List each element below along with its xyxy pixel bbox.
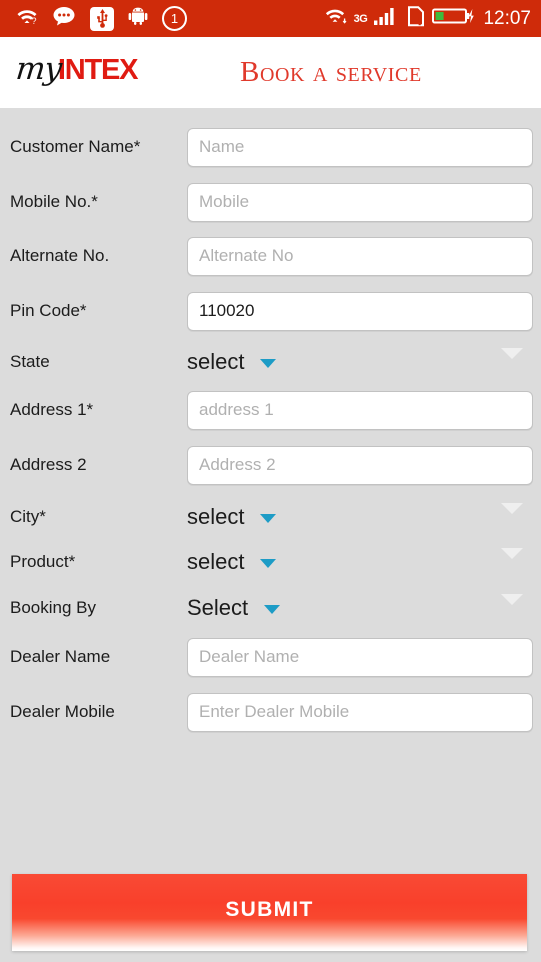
- spinner-arrow-icon: [501, 548, 523, 559]
- state-select[interactable]: select: [187, 342, 533, 382]
- label-dealer-name: Dealer Name: [10, 647, 111, 666]
- app-screen: ? 1 3G 12:07 my INTEX Book a service Cus…: [0, 0, 541, 962]
- notification-count-icon: 1: [162, 6, 187, 31]
- form-row-address-1: Address 1* address 1: [0, 383, 541, 437]
- label-booking-by: Booking By: [10, 598, 96, 617]
- chevron-down-icon: [260, 359, 277, 368]
- label-dealer-mobile: Dealer Mobile: [10, 702, 115, 721]
- city-select[interactable]: select: [187, 497, 533, 537]
- status-bar-right-icons: 3G 12:07: [325, 5, 531, 32]
- state-select-value: select: [187, 349, 245, 374]
- label-city: City*: [10, 507, 46, 526]
- booking-by-select[interactable]: Select: [187, 588, 533, 628]
- label-pin-code: Pin Code*: [10, 301, 87, 320]
- logo-brand-text: INTEX: [57, 54, 139, 86]
- sim-card-icon: [407, 5, 425, 32]
- city-select-value: select: [187, 504, 245, 529]
- submit-button-label: SUBMIT: [225, 898, 314, 921]
- form-row-customer-name: Customer Name* Name: [0, 120, 541, 174]
- android-robot-icon: [128, 7, 148, 30]
- product-select-value: select: [187, 549, 245, 574]
- chat-bubble-icon: [52, 6, 76, 31]
- dealer-name-input[interactable]: Dealer Name: [187, 637, 533, 677]
- status-bar: ? 1 3G 12:07: [0, 0, 541, 37]
- wifi-download-icon: [325, 7, 347, 31]
- svg-text:?: ?: [32, 16, 37, 25]
- chevron-down-icon: [260, 559, 277, 568]
- network-type-label: 3G: [353, 12, 368, 25]
- dealer-mobile-input[interactable]: Enter Dealer Mobile: [187, 692, 533, 732]
- form-row-address-2: Address 2 Address 2: [0, 438, 541, 492]
- label-address-2: Address 2: [10, 455, 87, 474]
- app-logo: my INTEX: [14, 51, 139, 87]
- label-mobile-no: Mobile No.*: [10, 192, 98, 211]
- usb-icon: [90, 6, 114, 31]
- app-header: my INTEX Book a service: [0, 37, 541, 108]
- booking-form: Customer Name* Name Mobile No.* Mobile A…: [0, 108, 541, 962]
- alternate-no-input[interactable]: Alternate No: [187, 236, 533, 276]
- clock-label: 12:07: [483, 7, 531, 29]
- spinner-arrow-icon: [501, 348, 523, 359]
- form-row-dealer-name: Dealer Name Dealer Name: [0, 630, 541, 684]
- form-row-dealer-mobile: Dealer Mobile Enter Dealer Mobile: [0, 685, 541, 739]
- label-product: Product*: [10, 552, 76, 571]
- form-row-state: State select: [0, 335, 541, 389]
- submit-button[interactable]: SUBMIT: [12, 874, 527, 951]
- form-row-alternate-no: Alternate No. Alternate No: [0, 229, 541, 283]
- form-row-mobile-no: Mobile No.* Mobile: [0, 175, 541, 229]
- chevron-down-icon: [260, 514, 277, 523]
- address-2-input[interactable]: Address 2: [187, 445, 533, 485]
- battery-charging-icon: [432, 6, 475, 31]
- spinner-arrow-icon: [501, 503, 523, 514]
- status-bar-left-icons: ? 1: [16, 6, 187, 31]
- spinner-arrow-icon: [501, 594, 523, 605]
- product-select[interactable]: select: [187, 542, 533, 582]
- form-row-pin-code: Pin Code* 110020: [0, 284, 541, 338]
- pin-code-input[interactable]: 110020: [187, 291, 533, 331]
- label-state: State: [10, 352, 50, 371]
- customer-name-input[interactable]: Name: [187, 127, 533, 167]
- wifi-question-icon: ?: [16, 7, 38, 30]
- form-row-booking-by: Booking By Select: [0, 581, 541, 635]
- label-alternate-no: Alternate No.: [10, 246, 110, 265]
- chevron-down-icon: [264, 605, 281, 614]
- mobile-no-input[interactable]: Mobile: [187, 182, 533, 222]
- label-address-1: Address 1*: [10, 400, 94, 419]
- label-customer-name: Customer Name*: [10, 137, 141, 156]
- page-title: Book a service: [240, 56, 422, 88]
- address-1-input[interactable]: address 1: [187, 390, 533, 430]
- logo-prefix-text: my: [14, 51, 63, 87]
- booking-by-select-value: Select: [187, 595, 249, 620]
- signal-bars-icon: [374, 6, 400, 31]
